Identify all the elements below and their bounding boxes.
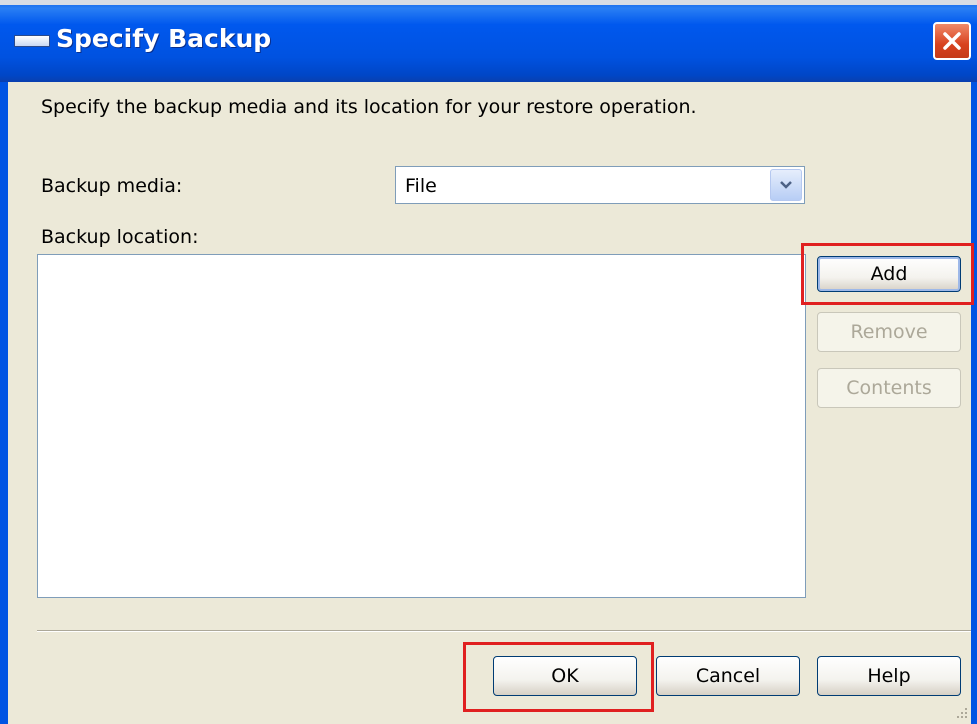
add-button[interactable]: Add [817,256,961,292]
cancel-button[interactable]: Cancel [656,656,800,696]
resize-grip-icon[interactable] [955,706,969,720]
close-icon [943,32,961,50]
backup-location-list[interactable] [37,254,806,598]
window-frame-right [971,82,977,724]
window-frame-left [0,82,8,724]
dialog-title: Specify Backup [56,24,272,53]
contents-button[interactable]: Contents [817,368,961,408]
chevron-down-icon [780,181,792,189]
title-bar-top-strip [0,0,977,5]
dialog-app-icon [14,35,50,47]
close-button[interactable] [933,22,971,60]
footer-separator [37,630,971,632]
remove-button[interactable]: Remove [817,312,961,352]
instruction-text: Specify the backup media and its locatio… [41,96,697,118]
dropdown-arrow-button[interactable] [770,169,802,201]
specify-backup-dialog: Specify Backup Specify the backup media … [0,0,977,724]
ok-button[interactable]: OK [493,656,637,696]
help-button[interactable]: Help [817,656,961,696]
backup-location-label: Backup location: [41,226,199,248]
backup-media-value: File [405,175,437,197]
backup-media-select[interactable]: File [395,166,805,204]
title-bar[interactable]: Specify Backup [0,0,977,82]
backup-media-label: Backup media: [41,175,183,197]
